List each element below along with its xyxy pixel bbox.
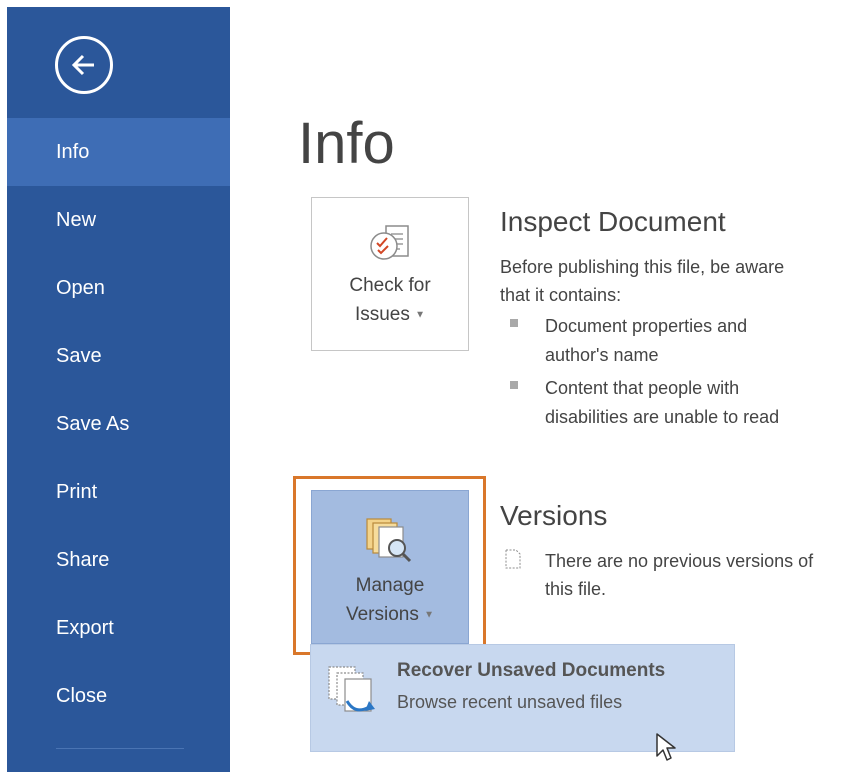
bullet-text-line2: author's name bbox=[545, 345, 659, 365]
dropdown-caret-icon: ▼ bbox=[424, 609, 435, 621]
bullet-text-line2: disabilities are unable to read bbox=[545, 407, 780, 427]
bullet-text-line1: Content that people with bbox=[545, 378, 740, 398]
page-title: Info bbox=[298, 111, 395, 176]
sidebar-divider bbox=[56, 748, 184, 749]
dropdown-caret-icon: ▼ bbox=[415, 309, 426, 321]
back-button[interactable] bbox=[55, 36, 113, 94]
mouse-pointer-icon bbox=[656, 733, 676, 761]
check-for-issues-label-line1: Check for bbox=[349, 275, 431, 296]
recover-unsaved-documents-title: Recover Unsaved Documents bbox=[397, 660, 666, 681]
back-arrow-icon bbox=[71, 54, 94, 76]
nav-item-label: Share bbox=[56, 549, 110, 571]
nav-item-label: New bbox=[56, 209, 97, 231]
inspect-document-title: Inspect Document bbox=[500, 206, 726, 237]
nav-item-save-as[interactable]: Save As bbox=[7, 390, 230, 458]
versions-magnifier-icon bbox=[366, 518, 412, 563]
inspect-description-line2: that it contains: bbox=[500, 285, 622, 305]
nav-item-new[interactable]: New bbox=[7, 186, 230, 254]
nav-item-label: Info bbox=[56, 141, 90, 163]
recover-unsaved-documents-subtitle: Browse recent unsaved files bbox=[397, 692, 623, 712]
nav-item-export[interactable]: Export bbox=[7, 594, 230, 662]
nav-item-info[interactable]: Info bbox=[7, 118, 230, 186]
recover-documents-icon bbox=[328, 666, 375, 712]
backstage-sidebar: Info New Open Save Save As Print Share E… bbox=[7, 7, 230, 772]
nav-item-label: Export bbox=[56, 617, 114, 639]
nav-item-print[interactable]: Print bbox=[7, 458, 230, 526]
nav-item-label: Open bbox=[56, 277, 105, 299]
inspect-description-line1: Before publishing this file, be aware bbox=[500, 257, 785, 277]
versions-title: Versions bbox=[500, 500, 608, 531]
versions-description-line2: this file. bbox=[545, 579, 607, 599]
manage-versions-label-line1: Manage bbox=[355, 575, 425, 596]
nav-item-close[interactable]: Close bbox=[7, 662, 230, 730]
manage-versions-button[interactable]: Manage Versions ▼ bbox=[311, 490, 469, 644]
inspect-document-icon bbox=[370, 225, 409, 260]
check-for-issues-button[interactable]: Check for Issues ▼ bbox=[311, 197, 469, 351]
versions-description-line1: There are no previous versions of bbox=[545, 551, 814, 571]
nav-item-label: Save As bbox=[56, 413, 130, 435]
nav-item-label: Print bbox=[56, 481, 98, 503]
manage-versions-label-line2: Versions ▼ bbox=[345, 604, 435, 625]
bullet-text-line1: Document properties and bbox=[545, 316, 748, 336]
check-for-issues-label-line2: Issues ▼ bbox=[354, 304, 426, 325]
nav-item-label: Close bbox=[56, 685, 108, 707]
nav-item-open[interactable]: Open bbox=[7, 254, 230, 322]
bullet-marker bbox=[510, 381, 518, 389]
document-outline-icon bbox=[505, 549, 521, 569]
nav-item-label: Save bbox=[56, 345, 102, 367]
nav-item-share[interactable]: Share bbox=[7, 526, 230, 594]
bullet-marker bbox=[510, 319, 518, 327]
nav-item-save[interactable]: Save bbox=[7, 322, 230, 390]
